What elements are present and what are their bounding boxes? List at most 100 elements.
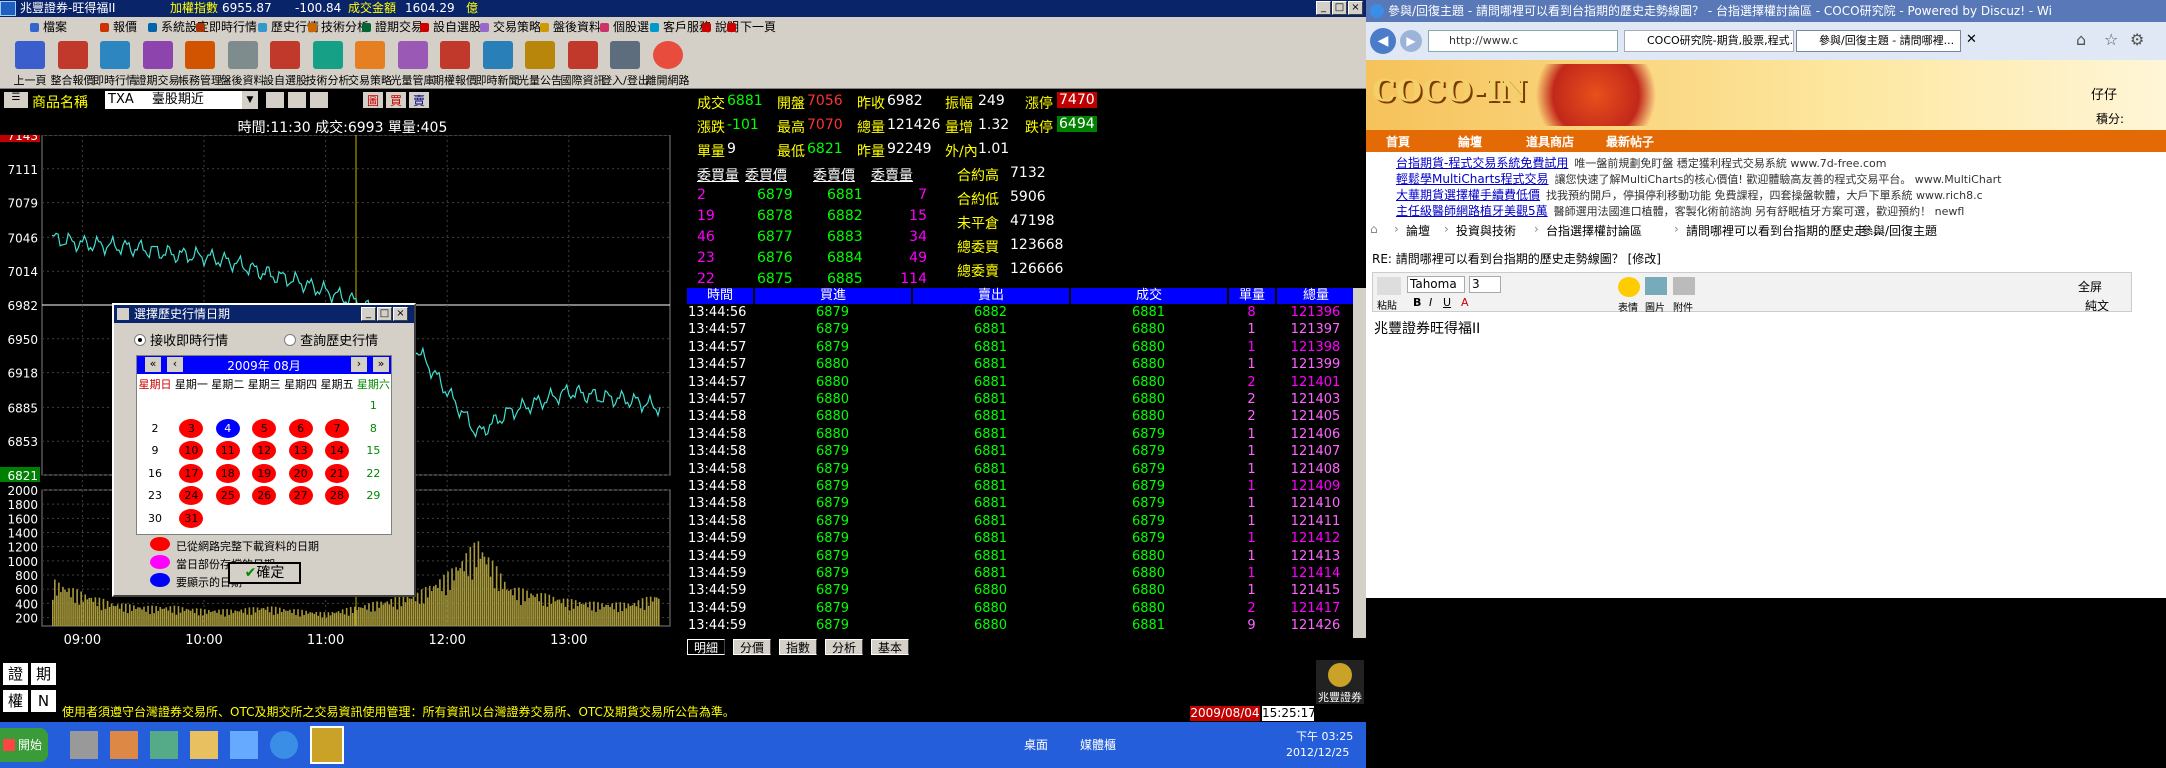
minimize-button[interactable]: _ (1316, 1, 1331, 15)
calendar-day[interactable]: 21 (325, 463, 349, 483)
attachment-icon[interactable] (1673, 277, 1695, 295)
calendar-day[interactable]: 20 (288, 463, 313, 483)
chart-tool-1-button[interactable] (266, 92, 284, 108)
bold-icon[interactable]: B (1413, 296, 1421, 309)
address-bar[interactable]: http://www.c (1428, 30, 1618, 52)
size-select[interactable]: 3 (1469, 276, 1501, 293)
start-button[interactable]: 開始 (0, 728, 48, 762)
warrant-key-button[interactable]: 權 (3, 690, 28, 712)
dialog-maximize-button[interactable]: □ (377, 307, 392, 321)
font-select[interactable]: Tahoma (1407, 276, 1465, 293)
menu-item-0[interactable]: 檔案 (30, 17, 67, 37)
detail-tab-2[interactable]: 指數 (779, 639, 818, 655)
dialog-close-button[interactable]: × (393, 307, 408, 321)
editor-body[interactable]: 兆豐證券旺得福II (1372, 316, 2132, 578)
buy-button[interactable]: 買 (386, 92, 406, 108)
toolbar-button-12[interactable]: 光量公告 (516, 39, 564, 87)
taskbar-ie-icon[interactable] (270, 731, 298, 759)
chart-tool-3-button[interactable] (310, 92, 328, 108)
toolbar-button-4[interactable]: 帳務管理 (176, 39, 224, 87)
sell-button[interactable]: 賣 (409, 92, 429, 108)
menu-item-8[interactable]: 交易策略 (480, 17, 541, 37)
menu-item-5[interactable]: 技術分析 (308, 17, 369, 37)
tab-reply-topic[interactable]: 參與/回復主題 - 請問哪裡... (1796, 30, 1961, 52)
menu-item-10[interactable]: 個股選 (600, 17, 649, 37)
calendar-day[interactable]: 15 (361, 441, 385, 460)
calendar-day[interactable]: 11 (215, 441, 240, 460)
calendar-day[interactable]: 17 (179, 463, 204, 483)
calendar-day[interactable]: 31 (179, 508, 204, 528)
ad-link[interactable]: 輕鬆學MultiCharts程式交易 (1396, 172, 1549, 186)
radio-history[interactable]: 查詢歷史行情 (284, 330, 378, 349)
tab-coco-home[interactable]: COCO研究院-期貨,股票,程式... (1624, 30, 1794, 52)
calendar-day[interactable]: 4 (215, 418, 240, 438)
close-tab-icon[interactable]: ✕ (1966, 32, 1977, 47)
toolbar-button-5[interactable]: 盤後資料 (219, 39, 267, 87)
crumb-2[interactable]: 台指選擇權討論區 (1546, 222, 1642, 239)
taskbar-trading-app-icon[interactable] (310, 726, 344, 764)
calendar-day[interactable]: 29 (361, 486, 385, 505)
calendar-day[interactable]: 5 (252, 418, 277, 438)
calendar-day[interactable]: 13 (288, 441, 313, 460)
calendar-day[interactable]: 8 (361, 419, 385, 438)
menu-item-9[interactable]: 盤後資料 (540, 17, 601, 37)
calendar-day[interactable]: 16 (143, 464, 167, 483)
calendar-day[interactable]: 27 (288, 486, 313, 505)
maximize-button[interactable]: □ (1332, 1, 1347, 15)
ad-link[interactable]: 台指期貨-程式交易系統免費試用 (1396, 156, 1568, 170)
calendar-day[interactable]: 2 (143, 419, 167, 438)
crumb-0[interactable]: 論壇 (1406, 222, 1430, 239)
paste-icon[interactable] (1377, 277, 1401, 295)
forum-nav-0[interactable]: 首頁 (1386, 133, 1410, 150)
settings-icon[interactable]: ⚙ (2130, 30, 2144, 49)
home-crumb-icon[interactable]: ⌂ (1370, 222, 1378, 236)
taskbar-media-icon[interactable] (70, 731, 98, 759)
toolbar-button-15[interactable]: 離開網路 (644, 39, 692, 87)
forum-nav-3[interactable]: 最新帖子 (1606, 133, 1654, 150)
italic-icon[interactable]: I (1429, 296, 1432, 309)
crumb-1[interactable]: 投資與技術 (1456, 222, 1516, 239)
calendar-day[interactable]: 18 (215, 463, 240, 483)
forward-icon[interactable]: ▶ (1400, 30, 1422, 52)
chevron-down-icon[interactable]: ▼ (242, 91, 258, 109)
chart-mode-button[interactable]: 圖 (363, 92, 383, 108)
calendar-day[interactable]: 23 (143, 486, 167, 505)
toolbar-button-7[interactable]: 技術分析 (304, 39, 352, 87)
underline-icon[interactable]: U (1443, 296, 1451, 309)
calendar-day[interactable]: 14 (325, 441, 349, 460)
calendar-day[interactable]: 28 (325, 486, 349, 505)
taskbar-folder-icon[interactable] (190, 731, 218, 759)
chart-tool-2-button[interactable] (288, 92, 306, 108)
toolbar-button-3[interactable]: 證期交易 (134, 39, 182, 87)
font-color-icon[interactable]: A (1461, 296, 1469, 309)
menu-item-1[interactable]: 報價 (100, 17, 137, 37)
menu-item-3[interactable]: 即時行情 (196, 17, 257, 37)
calendar-day[interactable]: 19 (252, 463, 277, 483)
toolbar-button-10[interactable]: 期權報價 (431, 39, 479, 87)
back-icon[interactable]: ◀ (1370, 28, 1396, 54)
toolbar-button-11[interactable]: 即時新聞 (474, 39, 522, 87)
toolbar-button-6[interactable]: 設自選股 (261, 39, 309, 87)
detail-tab-1[interactable]: 分價 (733, 639, 772, 655)
toolbar-button-0[interactable]: 上一頁 (6, 39, 54, 87)
toolbar-button-13[interactable]: 國際資訊 (559, 39, 607, 87)
fullscreen-button[interactable]: 全屏 (2078, 278, 2102, 295)
toolbar-button-8[interactable]: 交易策略 (346, 39, 394, 87)
stock-key-button[interactable]: 證 (3, 663, 28, 685)
forum-nav-2[interactable]: 道具商店 (1526, 133, 1574, 150)
plaintext-checkbox[interactable]: 純文 (2085, 297, 2109, 314)
calendar-day[interactable]: 6 (288, 418, 313, 438)
product-select[interactable]: TXA 臺股期近 ▼ (105, 91, 258, 109)
calendar-day[interactable]: 24 (179, 486, 204, 505)
close-button[interactable]: × (1348, 1, 1363, 15)
calendar-day[interactable]: 22 (361, 464, 385, 483)
detail-tab-3[interactable]: 分析 (825, 639, 864, 655)
calendar-day[interactable]: 26 (252, 486, 277, 505)
detail-tab-0[interactable]: 明細 (687, 639, 726, 655)
futures-key-button[interactable]: 期 (31, 663, 56, 685)
ad-link[interactable]: 大華期貨選擇權手續費低價 (1396, 188, 1540, 202)
forum-nav-1[interactable]: 論壇 (1458, 133, 1482, 150)
calendar-day[interactable]: 9 (143, 441, 167, 460)
menu-item-13[interactable]: 下一頁 (727, 17, 776, 37)
media-library-label[interactable]: 媒體櫃 (1080, 736, 1116, 753)
